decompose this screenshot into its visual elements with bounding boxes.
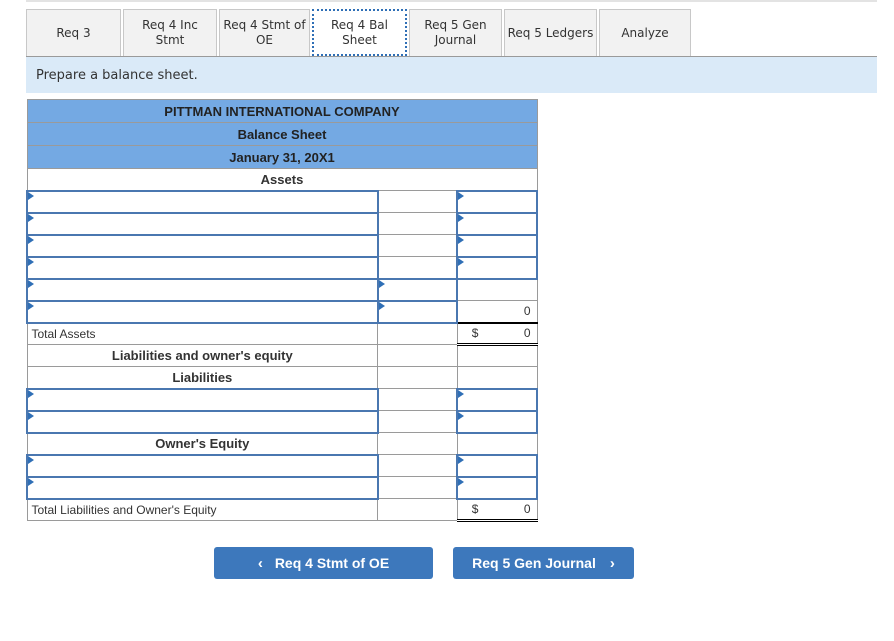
asset-amount-cell xyxy=(377,256,458,279)
liability-row xyxy=(26,387,538,412)
next-button-label: Req 5 Gen Journal xyxy=(472,555,596,571)
asset-amount-input[interactable] xyxy=(376,299,459,324)
asset-total-cell xyxy=(456,278,538,301)
tab-analyze[interactable]: Analyze xyxy=(599,9,691,56)
asset-account-input[interactable] xyxy=(26,299,379,324)
asset-row xyxy=(26,255,538,280)
total-assets-value: 0 xyxy=(523,326,531,341)
asset-row: 0 xyxy=(26,299,538,324)
tab-req-4-stmt-of-oe[interactable]: Req 4 Stmt of OE xyxy=(219,9,310,56)
equity-account-input[interactable] xyxy=(26,475,379,500)
asset-amount-cell xyxy=(377,212,458,235)
asset-account-input[interactable] xyxy=(26,189,379,214)
asset-row xyxy=(26,189,538,214)
liability-amount-cell xyxy=(377,410,458,433)
asset-amount-cell xyxy=(377,190,458,213)
instruction-text: Prepare a balance sheet. xyxy=(36,67,198,83)
statement-title: Balance Sheet xyxy=(26,122,538,146)
asset-amount-input[interactable] xyxy=(376,277,459,302)
total-assets-label: Total Assets xyxy=(26,322,379,345)
tab-req-5-gen-journal[interactable]: Req 5 Gen Journal xyxy=(409,9,502,56)
total-assets-row: Total Assets $0 xyxy=(26,321,538,346)
tab-bar: Req 3 Req 4 Inc Stmt Req 4 Stmt of OE Re… xyxy=(26,9,693,56)
liab-oe-heading: Liabilities and owner's equity xyxy=(26,344,379,367)
liability-account-input[interactable] xyxy=(26,409,379,434)
tab-req-5-ledgers[interactable]: Req 5 Ledgers xyxy=(504,9,597,56)
asset-account-input[interactable] xyxy=(26,233,379,258)
equity-total-input[interactable] xyxy=(456,475,538,500)
liability-total-input[interactable] xyxy=(456,409,538,434)
tab-label: Req 4 Inc Stmt xyxy=(142,18,198,47)
asset-total-input[interactable] xyxy=(456,233,538,258)
blank-cell xyxy=(456,344,538,367)
assets-heading: Assets xyxy=(26,168,538,191)
total-liab-oe-blank xyxy=(377,498,458,521)
tab-req-3[interactable]: Req 3 xyxy=(26,9,121,56)
chevron-right-icon: › xyxy=(609,554,615,572)
total-liab-oe-label: Total Liabilities and Owner's Equity xyxy=(26,498,379,521)
owners-equity-heading: Owner's Equity xyxy=(26,432,379,455)
equity-account-input[interactable] xyxy=(26,453,379,478)
statement-date: January 31, 20X1 xyxy=(26,145,538,169)
liability-amount-cell xyxy=(377,388,458,411)
balance-sheet-table: PITTMAN INTERNATIONAL COMPANY Balance Sh… xyxy=(26,99,538,522)
company-name: PITTMAN INTERNATIONAL COMPANY xyxy=(26,99,538,123)
tab-label: Req 5 Gen Journal xyxy=(424,18,487,47)
total-assets-blank xyxy=(377,322,458,345)
equity-row xyxy=(26,453,538,478)
asset-amount-cell xyxy=(377,234,458,257)
instruction-banner: Prepare a balance sheet. xyxy=(26,56,877,93)
blank-cell xyxy=(456,432,538,455)
liability-account-input[interactable] xyxy=(26,387,379,412)
prev-button-label: Req 4 Stmt of OE xyxy=(274,555,390,571)
asset-account-input[interactable] xyxy=(26,211,379,236)
asset-account-input[interactable] xyxy=(26,277,379,302)
prev-button[interactable]: ‹ Req 4 Stmt of OE xyxy=(214,547,433,579)
blank-cell xyxy=(377,432,458,455)
chevron-left-icon: ‹ xyxy=(257,554,263,572)
asset-total-input[interactable] xyxy=(456,211,538,236)
currency-symbol: $ xyxy=(471,326,479,341)
liability-row xyxy=(26,409,538,434)
currency-symbol: $ xyxy=(471,502,479,517)
asset-row xyxy=(26,233,538,258)
equity-row xyxy=(26,475,538,500)
tab-req-4-inc-stmt[interactable]: Req 4 Inc Stmt xyxy=(123,9,217,56)
asset-total-input[interactable] xyxy=(456,189,538,214)
total-liab-oe-cell: $0 xyxy=(456,497,538,522)
blank-cell xyxy=(377,366,458,389)
total-liab-oe-row: Total Liabilities and Owner's Equity $0 xyxy=(26,497,538,522)
equity-amount-cell xyxy=(377,454,458,477)
asset-row xyxy=(26,211,538,236)
liability-total-input[interactable] xyxy=(456,387,538,412)
liabilities-heading: Liabilities xyxy=(26,366,379,389)
tab-label: Req 4 Stmt of OE xyxy=(223,18,306,47)
next-button[interactable]: Req 5 Gen Journal › xyxy=(453,547,634,579)
total-assets-cell: $0 xyxy=(456,321,538,346)
asset-subtotal-value: 0 xyxy=(456,300,538,323)
asset-row xyxy=(26,277,538,302)
blank-cell xyxy=(456,366,538,389)
equity-total-input[interactable] xyxy=(456,453,538,478)
blank-cell xyxy=(377,344,458,367)
total-liab-oe-value: 0 xyxy=(523,502,531,517)
top-divider xyxy=(26,0,877,2)
asset-account-input[interactable] xyxy=(26,255,379,280)
tab-req-4-bal-sheet[interactable]: Req 4 Bal Sheet xyxy=(312,9,407,56)
tab-label: Req 4 Bal Sheet xyxy=(331,17,388,47)
equity-amount-cell xyxy=(377,476,458,499)
asset-total-input[interactable] xyxy=(456,255,538,280)
